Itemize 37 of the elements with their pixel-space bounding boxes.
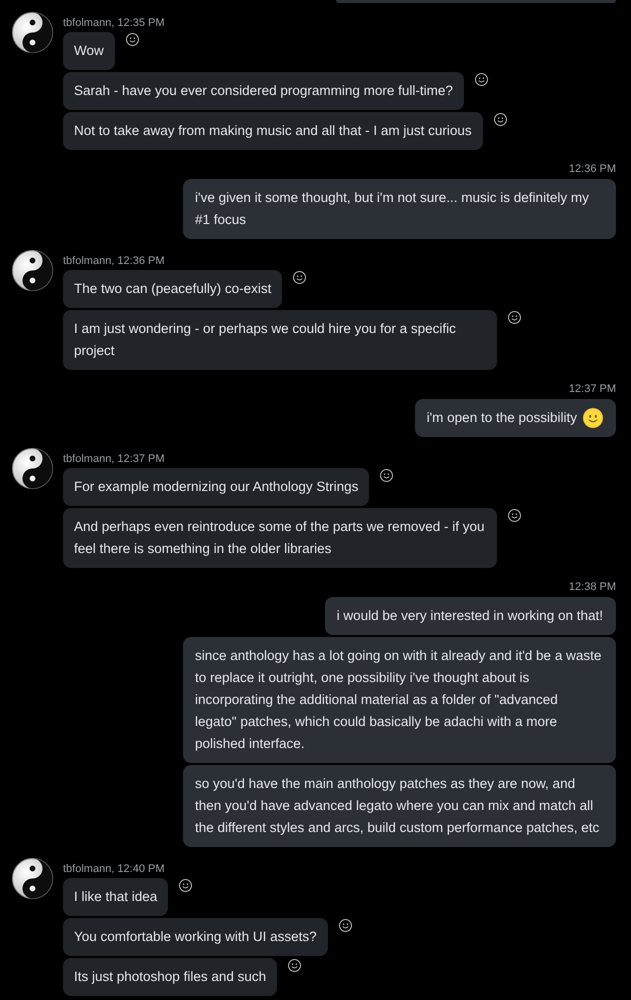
sender-name-time: tbfolmann, 12:36 PM: [63, 254, 165, 269]
message-time: 12:38 PM: [568, 580, 616, 595]
message-text: For example modernizing our Anthology Strings: [74, 478, 358, 496]
message-text: Not to take away from making music and all that - I am just curious: [74, 122, 472, 140]
message-text: Its just photoshop files and such: [74, 968, 266, 986]
smiley-icon[interactable]: [293, 271, 306, 284]
message-text: The two can (peacefully) co-exist: [74, 280, 272, 298]
message-text: since anthology has a lot going on with it already and it'd be a waste to replace it outright, one possibility i've thought about is incorporating the additional material as a folder of "advanced legato" patches, which could basically be adachi with a more polished interface.: [195, 647, 602, 753]
smiley-icon[interactable]: [474, 73, 488, 86]
smiley-icon[interactable]: [508, 311, 521, 324]
smiley-icon[interactable]: [494, 113, 507, 126]
message-text: I like that idea: [74, 888, 158, 906]
smiley-icon[interactable]: [380, 469, 394, 482]
yin-yang-avatar-icon: [12, 448, 53, 489]
yin-yang-avatar-icon: [12, 12, 53, 53]
smiley-icon[interactable]: [508, 509, 521, 522]
yin-yang-avatar-icon: [12, 858, 53, 899]
smiley-icon[interactable]: [126, 33, 139, 46]
message-text: so you'd have the main anthology patches as they are now, and then you'd have advanced legato where you can mix and match all the different styles and arcs, build custom performance patches, etc: [195, 775, 600, 837]
message-text: And perhaps even reintroduce some of the parts we removed - if you feel there is something in the older libraries: [74, 518, 486, 558]
sender-name-time: tbfolmann, 12:37 PM: [63, 452, 165, 467]
sender-name-time: tbfolmann, 12:35 PM: [63, 16, 165, 31]
smiley-icon[interactable]: [179, 879, 192, 892]
yin-yang-avatar-icon: [12, 250, 53, 291]
smiley-emoji-icon: [583, 408, 603, 428]
message-text: i'm open to the possibility: [426, 409, 577, 427]
message-text: Wow: [74, 42, 104, 60]
message-text: You comfortable working with UI assets?: [74, 928, 317, 946]
message-text: Sarah - have you ever considered programming more full-time?: [74, 82, 453, 100]
message-time: 12:36 PM: [568, 162, 616, 177]
smiley-icon[interactable]: [338, 919, 352, 932]
message-time: 12:37 PM: [568, 382, 616, 397]
message-text: I am just wondering - or perhaps we could hire you for a specific project: [74, 320, 457, 360]
sender-name-time: tbfolmann, 12:40 PM: [63, 862, 165, 877]
message-text: i would be very interested in working on that!: [336, 607, 603, 625]
message-text: i've given it some thought, but i'm not sure... music is definitely my #1 focus: [195, 189, 590, 229]
smiley-icon[interactable]: [288, 959, 302, 972]
